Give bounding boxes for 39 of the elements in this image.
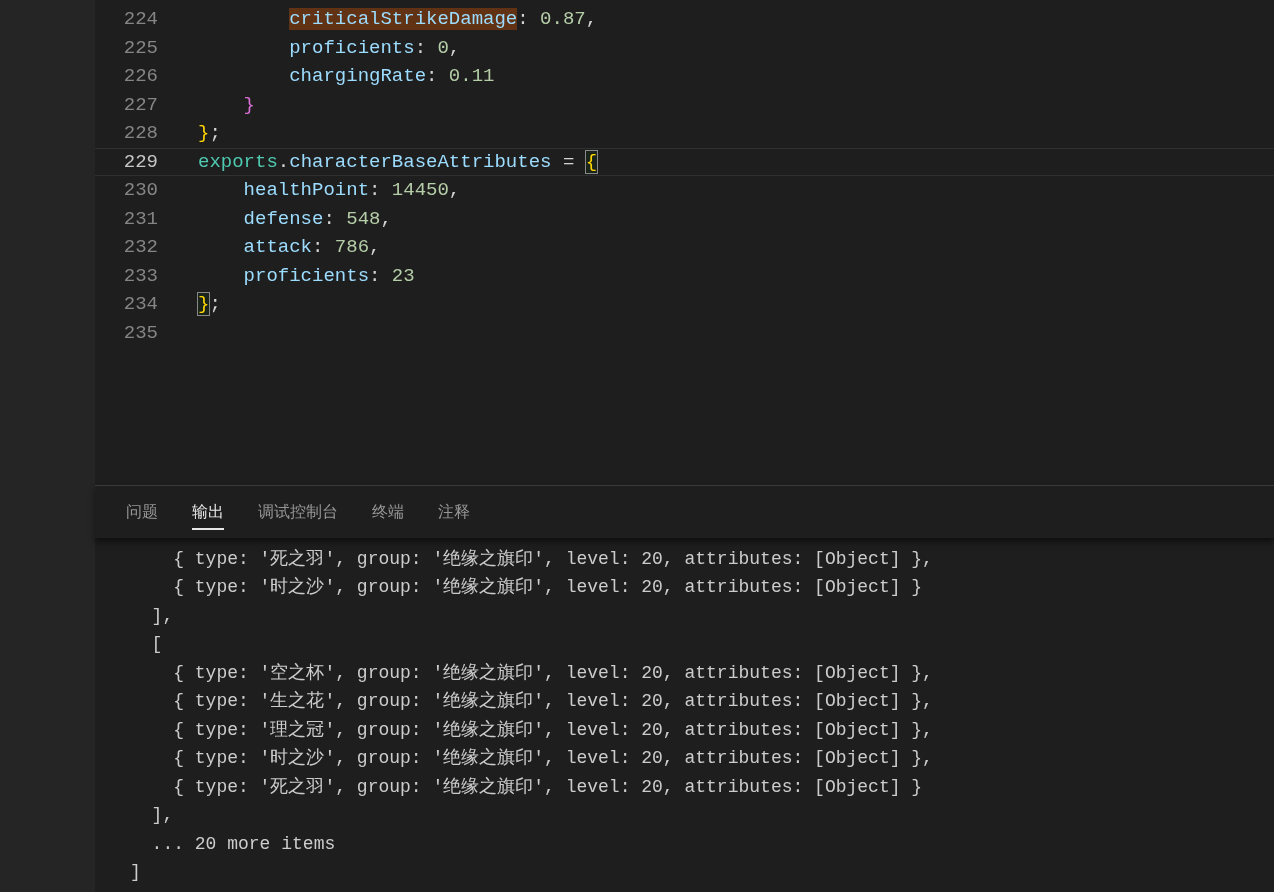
output-line: ], bbox=[150, 604, 174, 628]
code-line: chargingRate: 0.11 bbox=[288, 64, 495, 89]
code-line: }; bbox=[198, 292, 221, 317]
output-line: { type: '时之沙', group: '绝缘之旗印', level: 20, attributes: [Object] }, bbox=[172, 747, 933, 771]
line-number: 224 bbox=[122, 7, 158, 32]
line-number: 229 bbox=[122, 149, 158, 175]
code-line: defense: 548, bbox=[242, 206, 392, 232]
line-number: 235 bbox=[122, 320, 158, 346]
panel-tab[interactable]: 问题 bbox=[126, 494, 158, 530]
output-line: { type: '理之冠', group: '绝缘之旗印', level: 20, attributes: [Object] }, bbox=[172, 718, 933, 742]
code-line: proficients: 0, bbox=[288, 35, 461, 61]
code-line: }; bbox=[198, 121, 221, 146]
line-number: 228 bbox=[122, 121, 158, 146]
line-number: 225 bbox=[122, 35, 158, 61]
panel-tab[interactable]: 终端 bbox=[372, 494, 404, 530]
output-line: ], bbox=[150, 804, 174, 828]
line-number: 230 bbox=[122, 178, 158, 203]
output-line: ... 20 more items bbox=[150, 832, 336, 856]
line-number: 231 bbox=[122, 206, 158, 232]
code-line: healthPoint: 14450, bbox=[242, 178, 461, 203]
output-line: ] bbox=[130, 861, 141, 885]
panel-tab[interactable]: 注释 bbox=[438, 494, 470, 530]
output-line: { type: '空之杯', group: '绝缘之旗印', level: 20, attributes: [Object] }, bbox=[172, 661, 933, 685]
line-number: 226 bbox=[122, 64, 158, 89]
panel-tab[interactable]: 调试控制台 bbox=[258, 494, 338, 530]
line-number: 227 bbox=[122, 92, 158, 118]
panel-tab[interactable]: 输出 bbox=[192, 494, 224, 530]
code-line: } bbox=[242, 92, 255, 118]
code-line: proficients: 23 bbox=[242, 263, 415, 289]
code-line: attack: 786, bbox=[242, 235, 381, 260]
output-line: { type: '时之沙', group: '绝缘之旗印', level: 20, attributes: [Object] } bbox=[172, 576, 923, 600]
output-line: [ bbox=[150, 633, 163, 657]
line-number: 232 bbox=[122, 235, 158, 260]
line-number: 233 bbox=[122, 263, 158, 289]
line-number: 234 bbox=[122, 292, 158, 317]
output-line: { type: '死之羽', group: '绝缘之旗印', level: 20, attributes: [Object] } bbox=[172, 775, 923, 799]
code-line: exports.characterBaseAttributes = { bbox=[198, 149, 598, 175]
output-line: { type: '生之花', group: '绝缘之旗印', level: 20, attributes: [Object] }, bbox=[172, 690, 933, 714]
output-line: { type: '死之羽', group: '绝缘之旗印', level: 20, attributes: [Object] }, bbox=[172, 547, 933, 571]
